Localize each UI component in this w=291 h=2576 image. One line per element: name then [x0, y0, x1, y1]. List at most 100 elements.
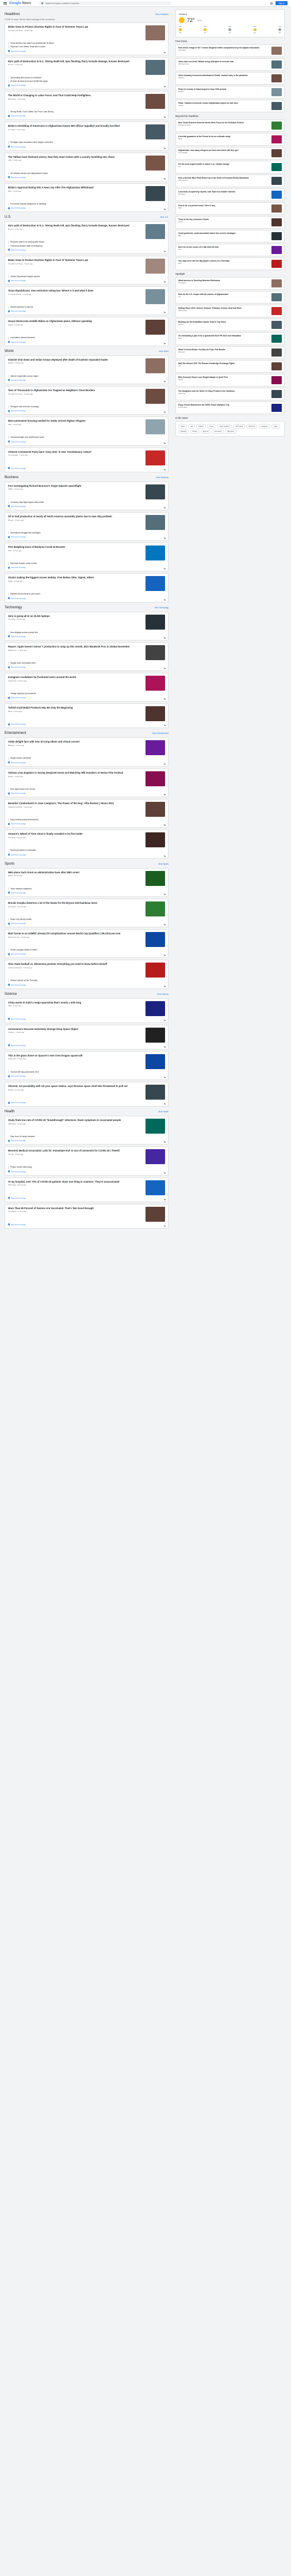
story-thumbnail[interactable]: [146, 484, 165, 499]
full-coverage-link[interactable]: View Full Coverage: [8, 723, 165, 725]
topic-chip[interactable]: Kashmir: [178, 429, 189, 434]
story-headline[interactable]: FDA Weighing Dose of Moderna Covid-19 Bo…: [8, 545, 142, 548]
full-coverage-link[interactable]: View Full Coverage: [8, 207, 165, 209]
lead-story[interactable]: Mesotrol Medical Association calls for '…: [8, 1149, 165, 1165]
full-coverage-link[interactable]: View Full Coverage: [8, 854, 165, 856]
story-thumbnail[interactable]: [146, 320, 165, 335]
sidebar-story[interactable]: Pets to be in a perfect home? Here's why…: [175, 202, 285, 215]
full-coverage-link[interactable]: View Full Coverage: [8, 892, 165, 894]
story-thumbnail[interactable]: [146, 358, 165, 373]
section-title[interactable]: Science: [5, 992, 17, 996]
full-coverage-link[interactable]: View Full Coverage: [8, 1018, 165, 1020]
lead-story[interactable]: Chinese Communist Party bans 'sissy men'…: [8, 450, 165, 465]
story-thumbnail[interactable]: [146, 419, 165, 435]
expand-chevron-icon[interactable]: [163, 537, 166, 539]
expand-chevron-icon[interactable]: [163, 793, 166, 795]
lead-story[interactable]: Texas Republicans' new restrictive votin…: [8, 289, 165, 305]
sidebar-story[interactable]: Don't be on the couch, let's talk with t…: [175, 244, 285, 256]
full-coverage-link[interactable]: View Full Coverage: [8, 176, 165, 179]
story-headline[interactable]: Biden's Approval Rating Hits A New Low A…: [8, 186, 142, 189]
full-coverage-link[interactable]: View Full Coverage: [8, 341, 165, 343]
story-headline[interactable]: Stocks making the biggest moves midday: …: [8, 576, 142, 579]
story-headline[interactable]: Ida's path of destruction in N.J.: Risin…: [8, 60, 142, 63]
lead-story[interactable]: Benedict Cumberbatch in Jane Campion's '…: [8, 802, 165, 817]
story-thumbnail[interactable]: [146, 706, 165, 722]
topic-chip[interactable]: Adele: [178, 424, 187, 429]
expand-chevron-icon[interactable]: [163, 923, 166, 926]
expand-chevron-icon[interactable]: [163, 598, 166, 601]
related-story[interactable]: Company says flight stayed within limits: [8, 501, 165, 503]
lead-story[interactable]: Ida's path of destruction in N.J.: Risin…: [8, 224, 165, 240]
sidebar-story[interactable]: Billy Kennedy Shoes Lose Weight Adapts i…: [175, 374, 285, 387]
story-thumbnail[interactable]: [146, 258, 165, 274]
story-headline[interactable]: Islamist shut down and Indian troops dep…: [8, 358, 142, 361]
lead-story[interactable]: Amazon's Wheel of Time show is finally r…: [8, 832, 165, 848]
sidebar-story[interactable]: You may never rate the Big Apple's store…: [175, 257, 285, 270]
related-story[interactable]: Tourists will enjoy panoramic view: [8, 1070, 165, 1073]
full-coverage-link[interactable]: View Full Coverage: [8, 922, 165, 925]
covid-banner-link[interactable]: COVID-19 news: See the latest coverage o…: [5, 18, 169, 21]
related-story[interactable]: Series premieres in November: [8, 849, 165, 852]
expand-chevron-icon[interactable]: [163, 698, 166, 700]
lead-story[interactable]: Tens of Thousands in Afghanistan Are Tra…: [8, 388, 165, 404]
story-headline[interactable]: House Democrats meddle Biden on Afghanis…: [8, 320, 142, 323]
related-story[interactable]: Pentagon says evacuation effort largely …: [8, 141, 165, 144]
expand-chevron-icon[interactable]: [163, 667, 166, 669]
story-headline[interactable]: Biden's shredding of Americans in Afghan…: [8, 124, 142, 127]
story-headline[interactable]: Ida's path of destruction in N.J.: Risin…: [8, 224, 142, 227]
full-coverage-link[interactable]: View Full Coverage: [8, 1223, 165, 1226]
lead-story[interactable]: Report: Apple Doesn't Sense T production…: [8, 645, 165, 660]
expand-chevron-icon[interactable]: [163, 1018, 166, 1021]
related-story[interactable]: Texas abortion law called 'unconstitutio…: [8, 42, 165, 45]
expand-chevron-icon[interactable]: [163, 1103, 166, 1105]
sidebar-story[interactable]: Rolling Stone 2021: Horses, Strokes, Pol…: [175, 305, 285, 317]
lead-story[interactable]: The World Is Changing in Labor Force. An…: [8, 94, 165, 109]
section-more-link[interactable]: More Technology: [155, 607, 169, 609]
full-coverage-link[interactable]: View Full Coverage: [8, 536, 165, 538]
sidebar-story[interactable]: Photo of crowds in Kabul airport is from…: [175, 86, 285, 99]
full-coverage-link[interactable]: View Full Coverage: [8, 249, 165, 251]
story-thumbnail[interactable]: [146, 1206, 165, 1222]
story-headline[interactable]: Tens of Thousands in Afghanistan Are Tra…: [8, 389, 142, 392]
related-story[interactable]: Canada pledges new resettlement spots: [8, 436, 165, 439]
sidebar-story[interactable]: How do the U.S. troops with the decline …: [175, 291, 285, 304]
related-story[interactable]: Supply chain constraints cited: [8, 661, 165, 665]
related-story[interactable]: Internet suspended across region: [8, 374, 165, 377]
lead-story[interactable]: Oil to halt production at nearly all Nor…: [8, 514, 165, 530]
related-story[interactable]: Roster changes ahead of match: [8, 949, 165, 952]
expand-chevron-icon[interactable]: [163, 342, 166, 344]
section-title[interactable]: Sports: [5, 862, 14, 866]
related-story[interactable]: Early reviews praise performance: [8, 819, 165, 821]
section-title[interactable]: World: [5, 350, 14, 353]
expand-chevron-icon[interactable]: [163, 85, 166, 88]
related-story[interactable]: Refugees wait at border crossings: [8, 405, 165, 408]
story-thumbnail[interactable]: [146, 832, 165, 848]
sign-in-button[interactable]: Sign in: [275, 1, 288, 5]
lead-story[interactable]: FDA Weighing Dose of Moderna Covid-19 Bo…: [8, 545, 165, 561]
story-headline[interactable]: Ohio State football vs. Minnesota previe…: [8, 963, 142, 965]
story-thumbnail[interactable]: [146, 771, 165, 786]
story-headline[interactable]: Adele delight fans with new 10-song albu…: [8, 740, 142, 743]
story-headline[interactable]: More Than 80 Percent of Seniors Are Vacc…: [8, 1207, 142, 1210]
related-story[interactable]: Poison control calls rising: [8, 1166, 165, 1169]
expand-chevron-icon[interactable]: [163, 724, 166, 727]
sidebar-section-title[interactable]: Fact check: [175, 40, 285, 43]
weather-card[interactable]: Ventura 72° Sunny Fri 75° Sat 73° Sun 71° Mon 70° T…: [175, 9, 285, 37]
story-headline[interactable]: Matt Turner to an USMNT already hit comp…: [8, 932, 142, 935]
lead-story[interactable]: Study finds low rate of COVID-19 "breakt…: [8, 1119, 165, 1134]
expand-chevron-icon[interactable]: [163, 762, 166, 765]
lead-story[interactable]: Brooks Koepka deserves a lot of the blam…: [8, 901, 165, 916]
story-headline[interactable]: Texas Republicans' new restrictive votin…: [8, 289, 142, 292]
topic-chip[interactable]: Olympics: [225, 429, 236, 434]
related-story[interactable]: Outage reported by thousands: [8, 692, 165, 695]
expand-chevron-icon[interactable]: [163, 116, 166, 119]
related-story[interactable]: Ida flooding kills dozens in Northeast: [8, 76, 165, 79]
story-thumbnail[interactable]: [146, 1149, 165, 1165]
section-more-link[interactable]: More Sports: [159, 863, 169, 865]
full-coverage-link[interactable]: View Full Coverage: [8, 1075, 165, 1077]
related-story[interactable]: Automakers struggle with shortages: [8, 531, 165, 535]
lead-story[interactable]: NBA plans Zach Grant as administrative h…: [8, 870, 165, 886]
story-headline[interactable]: More permanent housing needed for newly …: [8, 419, 142, 422]
expand-chevron-icon[interactable]: [163, 51, 166, 54]
lead-story[interactable]: Biden's Approval Rating Hits A New Low A…: [8, 185, 165, 201]
